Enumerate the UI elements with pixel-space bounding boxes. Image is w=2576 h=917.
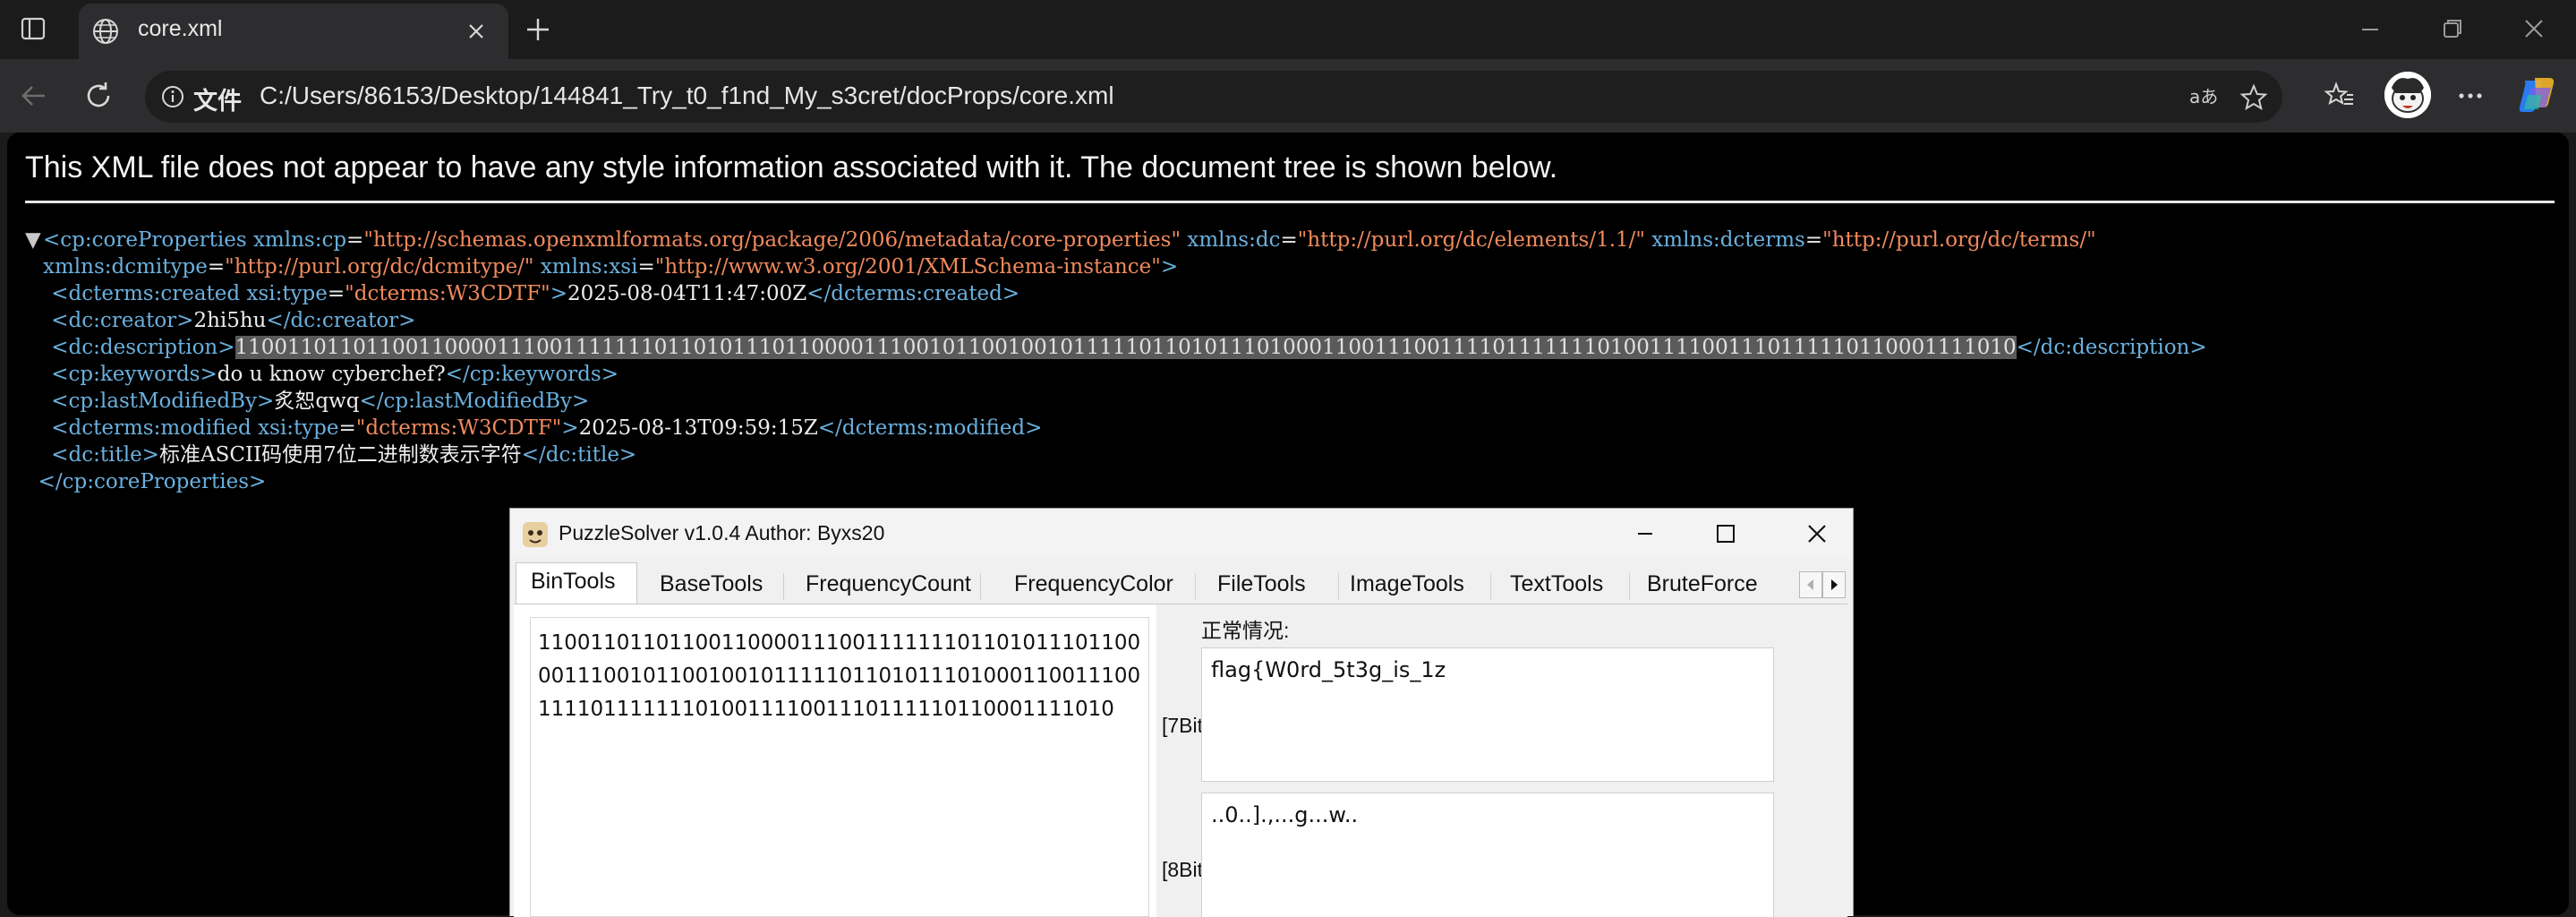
- tab-scroll-left-icon[interactable]: [1799, 571, 1822, 598]
- refresh-icon[interactable]: [82, 80, 115, 112]
- created-value: 2025-08-04T11:47:00Z: [567, 282, 807, 305]
- tab-bintools[interactable]: BinTools: [516, 562, 637, 607]
- tab-basetools[interactable]: BaseTools: [660, 566, 763, 605]
- xml-created-line: <dcterms:created xsi:type="dcterms:W3CDT…: [51, 282, 1020, 305]
- xml-root-close-line: </cp:coreProperties>: [38, 470, 267, 493]
- tab-separator: [783, 573, 784, 600]
- xml-root-open-line: ▼<cp:coreProperties xmlns:cp="http://sch…: [25, 227, 2096, 253]
- info-icon[interactable]: [161, 85, 184, 108]
- creator-value: 2hi5hu: [193, 309, 267, 332]
- read-aloud-icon[interactable]: aあ: [2189, 83, 2218, 112]
- title-value: 标准ASCII码使用7位二进制数表示字符: [158, 443, 522, 467]
- navigation-bar: 文件 C:/Users/86153/Desktop/144841_Try_t0_…: [0, 59, 2576, 133]
- minimize-icon[interactable]: [2357, 15, 2384, 42]
- tab-separator: [980, 573, 981, 600]
- tab-bruteforce[interactable]: BruteForce: [1647, 566, 1758, 605]
- maximize-icon[interactable]: [1711, 519, 1740, 548]
- tab-filetools[interactable]: FileTools: [1217, 566, 1306, 605]
- modified-value: 2025-08-13T09:59:15Z: [578, 416, 818, 440]
- profile-avatar[interactable]: [2384, 72, 2431, 118]
- minimize-icon[interactable]: [1631, 519, 1659, 548]
- close-icon[interactable]: [1803, 519, 1831, 548]
- collapse-toggle-icon[interactable]: ▼: [25, 227, 43, 253]
- notice-divider: [25, 201, 2555, 203]
- lastmodifiedby-value: 炙恕qwq: [274, 390, 360, 413]
- tab-texttools[interactable]: TextTools: [1510, 566, 1603, 605]
- browser-tab-strip: core.xml: [0, 0, 2576, 59]
- output-7bit-textbox[interactable]: flag{W0rd_5t3g_is_1z: [1201, 647, 1774, 782]
- output-8bit-textbox[interactable]: ..0..].,...g...w..: [1201, 793, 1774, 917]
- tab-frequencycolor[interactable]: FrequencyColor: [1014, 566, 1173, 605]
- tab-title: core.xml: [138, 16, 223, 41]
- more-icon[interactable]: [2454, 80, 2486, 112]
- address-url[interactable]: C:/Users/86153/Desktop/144841_Try_t0_f1n…: [260, 81, 1114, 110]
- puzzlesolver-tab-bar: BinTools BaseTools FrequencyCount Freque…: [510, 559, 1853, 607]
- description-value-selected[interactable]: 1100110110110011000011100111111101101011…: [235, 336, 2017, 359]
- xml-description-line: <dc:description>110011011011001100001110…: [51, 336, 2207, 359]
- xml-modified-line: <dcterms:modified xsi:type="dcterms:W3CD…: [51, 416, 1043, 440]
- back-icon[interactable]: [18, 80, 50, 112]
- xml-style-notice: This XML file does not appear to have an…: [25, 150, 1558, 184]
- app-icon: [522, 521, 549, 548]
- keywords-value: do u know cyberchef?: [217, 363, 446, 386]
- results-panel: 正常情况: [7Bit]: flag{W0rd_5t3g_is_1z [8Bit…: [1156, 604, 1847, 917]
- globe-icon: [91, 17, 120, 46]
- address-scheme-label: 文件: [193, 88, 242, 115]
- binary-input-textarea[interactable]: 1100110110110011000011100111111101101011…: [530, 617, 1149, 917]
- close-tab-icon[interactable]: [464, 19, 489, 44]
- bintools-panel: 1100110110110011000011100111111101101011…: [514, 604, 1847, 917]
- xml-title-line: <dc:title>标准ASCII码使用7位二进制数表示字符</dc:title…: [51, 443, 637, 467]
- favorites-icon[interactable]: [2324, 80, 2356, 112]
- tab-actions-icon[interactable]: [20, 15, 47, 42]
- address-bar[interactable]: 文件 C:/Users/86153/Desktop/144841_Try_t0_…: [145, 71, 2282, 123]
- xml-creator-line: <dc:creator>2hi5hu</dc:creator>: [51, 309, 416, 332]
- puzzlesolver-titlebar[interactable]: PuzzleSolver v1.0.4 Author: Byxs20: [510, 509, 1853, 559]
- restore-icon[interactable]: [2439, 15, 2466, 42]
- tab-imagetools[interactable]: ImageTools: [1350, 566, 1464, 605]
- xml-lastmodifiedby-line: <cp:lastModifiedBy>炙恕qwq</cp:lastModifie…: [51, 390, 590, 413]
- close-window-icon[interactable]: [2521, 15, 2547, 42]
- xml-document-tree: ▼<cp:coreProperties xmlns:cp="http://sch…: [25, 227, 2549, 495]
- xml-root-open-line-cont: xmlns:dcmitype="http://purl.org/dc/dcmit…: [43, 255, 1179, 279]
- tab-separator: [1490, 573, 1491, 600]
- puzzlesolver-window: PuzzleSolver v1.0.4 Author: Byxs20 BinTo…: [509, 508, 1854, 917]
- normal-case-label: 正常情况:: [1201, 619, 1290, 642]
- tab-separator: [1195, 573, 1196, 600]
- tab-frequencycount[interactable]: FrequencyCount: [806, 566, 971, 605]
- copilot-icon[interactable]: [2515, 73, 2558, 116]
- tab-scroll-right-icon[interactable]: [1822, 571, 1846, 598]
- tab-separator: [1629, 573, 1630, 600]
- puzzlesolver-title: PuzzleSolver v1.0.4 Author: Byxs20: [559, 521, 885, 544]
- new-tab-plus-icon[interactable]: [524, 15, 552, 44]
- tab-separator: [1338, 573, 1339, 600]
- svg-text:aあ: aあ: [2189, 86, 2218, 107]
- star-icon[interactable]: [2239, 83, 2268, 112]
- browser-tab-active[interactable]: core.xml: [79, 4, 508, 59]
- xml-keywords-line: <cp:keywords>do u know cyberchef?</cp:ke…: [51, 363, 618, 386]
